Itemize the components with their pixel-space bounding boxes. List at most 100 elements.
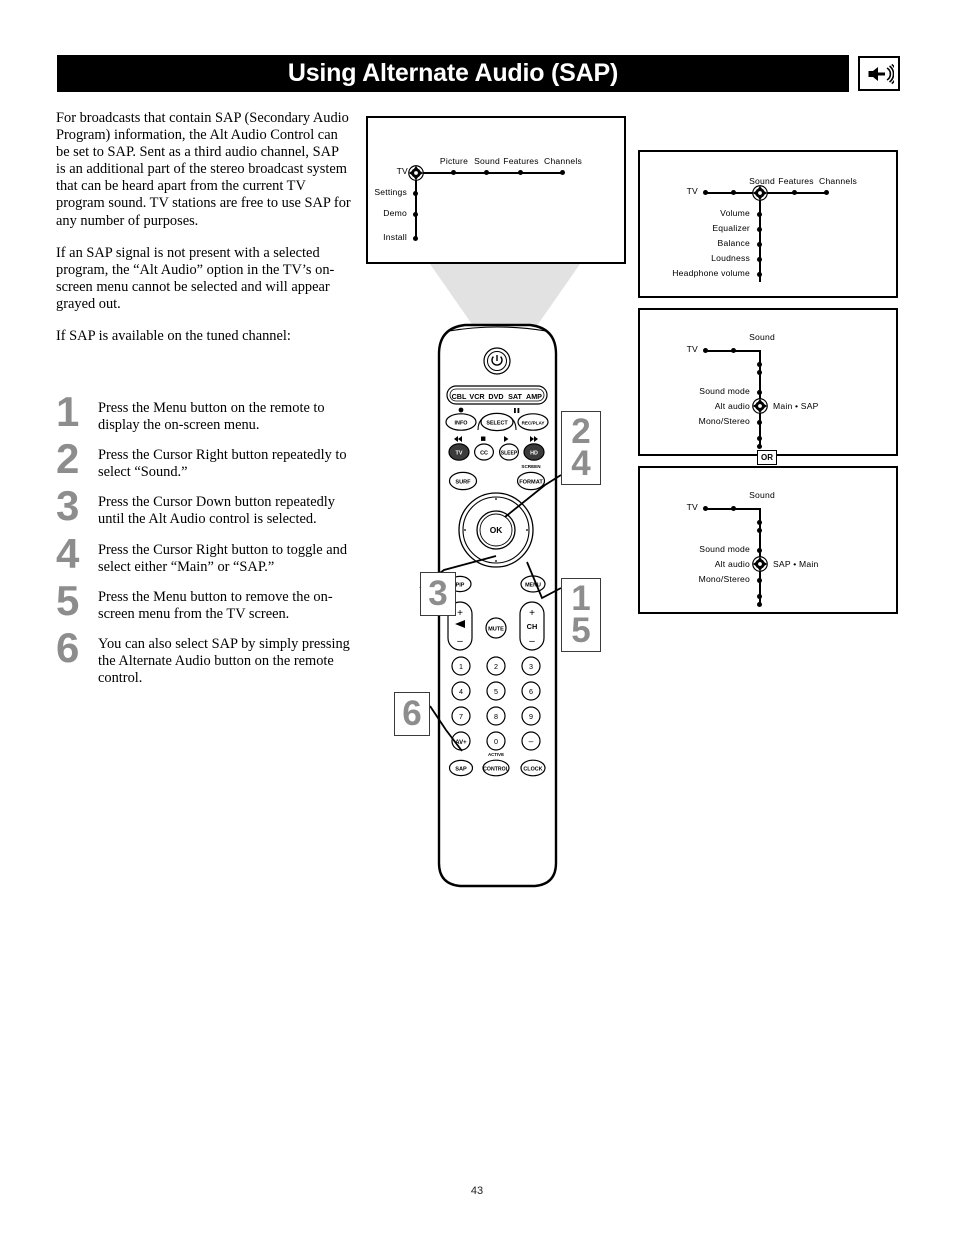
menu-node-dot <box>560 170 565 175</box>
page-title: Using Alternate Audio (SAP) <box>287 59 619 87</box>
menu-node-dot <box>413 212 418 217</box>
menu-column-title: Sound <box>749 332 775 342</box>
paragraph-1: For broadcasts that contain SAP (Seconda… <box>56 110 351 229</box>
menu-node-dot <box>757 242 762 247</box>
menu-item-headphone-volume[interactable]: Headphone volume <box>672 268 750 278</box>
mute-button-label: MUTE <box>488 626 504 632</box>
step-item: 1 Press the Menu button on the remote to… <box>50 391 355 434</box>
select-button-label: SELECT <box>486 420 508 426</box>
menu-item-sound[interactable]: Sound <box>749 176 775 186</box>
step-text: Press the Cursor Down button repeatedly … <box>98 494 336 528</box>
menu-item-mono-stereo[interactable]: Mono/Stereo <box>699 416 750 426</box>
menu-item-features[interactable]: Features <box>778 176 814 186</box>
cursor-marker-icon <box>752 398 768 414</box>
menu-node-dot <box>757 257 762 262</box>
menu-node-dot <box>757 444 762 449</box>
menu-value-alt-audio[interactable]: Main • SAP <box>773 401 819 411</box>
menu-value-alt-audio[interactable]: SAP • Main <box>773 559 818 569</box>
step-item: 5 Press the Menu button to remove the on… <box>50 579 355 623</box>
menu-item-picture[interactable]: Picture <box>440 156 468 166</box>
cursor-up-marker <box>494 497 498 501</box>
menu-item-sound-mode[interactable]: Sound mode <box>699 544 750 554</box>
menu-node-dot <box>757 212 762 217</box>
menu-node-dot <box>757 594 762 599</box>
menu-item-balance[interactable]: Balance <box>718 238 750 248</box>
hd-button-label: HD <box>530 450 538 456</box>
menu-root-label: TV <box>686 186 698 196</box>
menu-node-dot <box>703 506 708 511</box>
menu-node-dot <box>757 520 762 525</box>
device-key-cbl: CBL <box>452 392 467 401</box>
step-item: 3 Press the Cursor Down button repeatedl… <box>50 485 355 528</box>
menu-item-loudness[interactable]: Loudness <box>711 253 750 263</box>
menu-node-dot <box>757 578 762 583</box>
pause-icon <box>517 408 520 413</box>
step-text: You can also select SAP by simply pressi… <box>98 635 350 687</box>
step-item: 4 Press the Cursor Right button to toggl… <box>50 532 355 576</box>
cursor-marker-icon <box>752 185 768 201</box>
active-control-button-label: CONTROL <box>483 766 509 772</box>
menu-item-settings[interactable]: Settings <box>374 187 407 197</box>
keypad-label-4: 4 <box>459 687 463 696</box>
menu-item-channels[interactable]: Channels <box>544 156 582 166</box>
osd-menu-box-sound: TV Sound Features Channels Volume Equali… <box>638 150 898 298</box>
menu-node-dot <box>757 602 762 607</box>
menu-node-dot <box>484 170 489 175</box>
keypad-label-9: 9 <box>529 712 533 721</box>
step-item: 2 Press the Cursor Right button repeated… <box>50 438 355 481</box>
osd-menu-box-main: TV Picture Sound Features Channels Setti… <box>366 116 626 264</box>
menu-item-mono-stereo[interactable]: Mono/Stereo <box>699 574 750 584</box>
menu-item-install[interactable]: Install <box>383 232 407 242</box>
menu-item-sound[interactable]: Sound <box>474 156 500 166</box>
ok-button-label: OK <box>490 525 503 535</box>
menu-item-volume[interactable]: Volume <box>720 208 750 218</box>
menu-item-alt-audio[interactable]: Alt audio <box>715 401 750 411</box>
menu-node-dot <box>757 227 762 232</box>
instruction-steps-list: 1 Press the Menu button on the remote to… <box>50 391 355 698</box>
callout-1-5: 1 5 <box>561 578 601 652</box>
stop-icon <box>481 436 486 441</box>
keypad-label-av-plus: AV+ <box>455 740 467 746</box>
callout-line: 5 <box>571 611 591 650</box>
sap-button-label: SAP <box>455 766 467 772</box>
menu-node-dot <box>757 420 762 425</box>
menu-node-dot <box>731 348 736 353</box>
cursor-left-marker <box>463 528 467 532</box>
menu-root-label: TV <box>396 166 408 176</box>
cursor-marker-icon <box>408 165 424 181</box>
menu-node-dot <box>413 191 418 196</box>
step-number: 5 <box>56 576 80 624</box>
clock-button-label: CLOCK <box>523 766 542 772</box>
menu-node-dot <box>731 506 736 511</box>
volume-plus-label: + <box>457 608 463 619</box>
channel-label: CH <box>527 622 538 631</box>
step-text: Press the Cursor Right button to toggle … <box>98 541 348 575</box>
device-key-amp: AMP <box>526 392 542 401</box>
menu-node-dot <box>518 170 523 175</box>
menu-item-alt-audio[interactable]: Alt audio <box>715 559 750 569</box>
menu-item-equalizer[interactable]: Equalizer <box>712 223 750 233</box>
intro-text-column: For broadcasts that contain SAP (Seconda… <box>56 110 351 360</box>
callout-2-4: 2 4 <box>561 411 601 485</box>
callout-line: 4 <box>571 444 591 483</box>
menu-node-dot <box>757 528 762 533</box>
keypad-label-7: 7 <box>459 712 463 721</box>
osd-menu-box-alt-audio-sap: TV Sound Sound mode Alt audio Mono/Stere… <box>638 466 898 614</box>
step-text: Press the Cursor Right button repeatedly… <box>98 447 347 481</box>
screen-format-top-label: SCREEN <box>521 464 541 469</box>
menu-item-features[interactable]: Features <box>503 156 539 166</box>
menu-axis-vertical <box>415 172 417 240</box>
device-key-sat: SAT <box>508 392 522 401</box>
surf-button-label: SURF <box>455 480 471 486</box>
menu-item-demo[interactable]: Demo <box>383 208 407 218</box>
pause-icon <box>514 408 516 413</box>
menu-item-channels[interactable]: Channels <box>819 176 857 186</box>
callout-line: 3 <box>428 573 448 613</box>
paragraph-2: If an SAP signal is not present with a s… <box>56 244 335 312</box>
callout-3: 3 <box>420 572 456 616</box>
menu-item-sound-mode[interactable]: Sound mode <box>699 386 750 396</box>
page-header-bar: Using Alternate Audio (SAP) <box>57 55 849 92</box>
channel-plus-label: + <box>529 608 535 619</box>
screen-format-button-label: FORMAT <box>519 480 543 486</box>
tv-button-label: TV <box>456 450 463 456</box>
